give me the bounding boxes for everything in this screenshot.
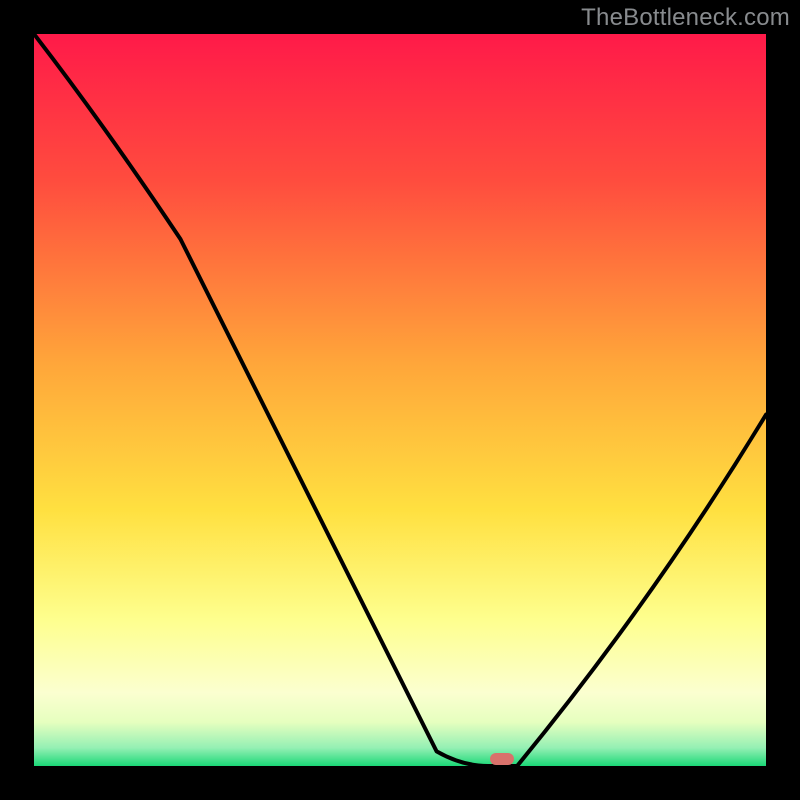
- chart-frame: TheBottleneck.com: [0, 0, 800, 800]
- optimal-marker: [490, 753, 514, 765]
- bottleneck-curve: [34, 34, 766, 766]
- plot-area: [34, 34, 766, 766]
- attribution-text: TheBottleneck.com: [581, 4, 790, 32]
